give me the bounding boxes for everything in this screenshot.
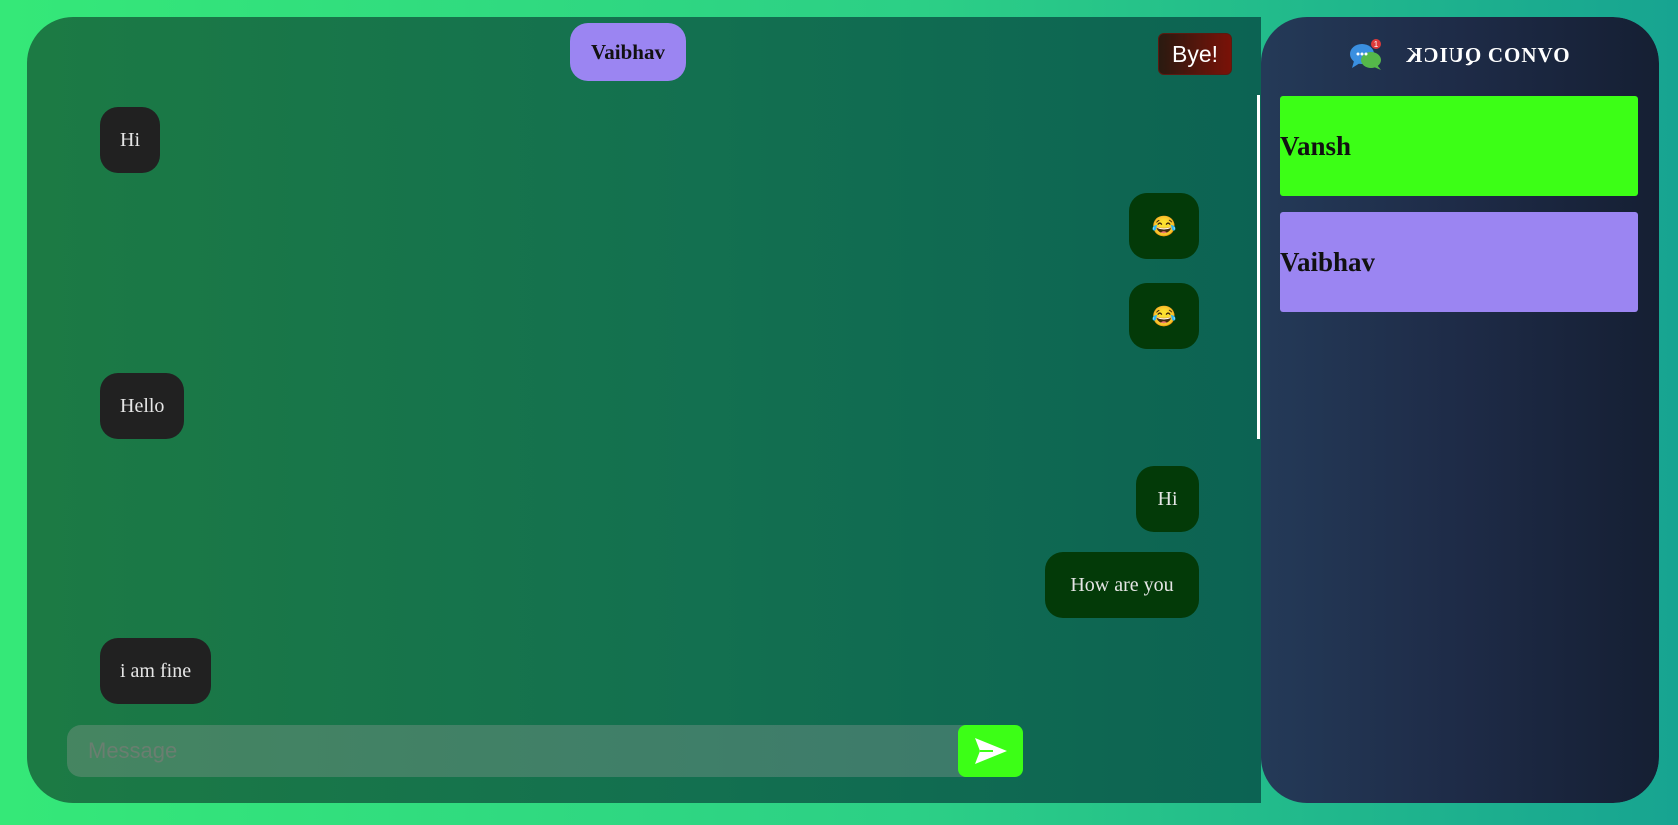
chat-bubbles-icon: 1 [1350, 39, 1382, 70]
contact-name: Vaibhav [1280, 246, 1376, 277]
message-incoming: i am fine [100, 638, 212, 704]
send-arrow-icon [974, 738, 1007, 764]
app-title: QUICK CONVO [1405, 43, 1570, 68]
message-input-bar [67, 725, 1023, 777]
contact-item-vaibhav[interactable]: Vaibhav [1280, 212, 1638, 312]
message-incoming: Hi [100, 107, 160, 173]
chat-panel: Vaibhav Bye! Hi 😂 😂 Hello Hi How are you… [27, 17, 1261, 803]
app-window: Vaibhav Bye! Hi 😂 😂 Hello Hi How are you… [27, 17, 1659, 803]
contact-item-vansh[interactable]: Vansh [1280, 96, 1638, 196]
contact-name: Vansh [1280, 130, 1352, 161]
app-title-mirrored: QUICK [1405, 42, 1482, 67]
brand-header: 1 QUICK CONVO [1261, 35, 1659, 75]
message-outgoing: Hi [1136, 466, 1199, 532]
chat-scrollbar[interactable] [1257, 95, 1260, 439]
message-outgoing: 😂 [1129, 283, 1199, 349]
app-title-rest: CONVO [1481, 42, 1571, 67]
notification-badge: 1 [1374, 40, 1379, 49]
message-incoming: Hello [100, 373, 185, 439]
active-contact-name: Vaibhav [570, 23, 686, 81]
message-outgoing: 😂 [1129, 193, 1199, 259]
send-button[interactable] [958, 725, 1023, 777]
message-input[interactable] [67, 725, 957, 777]
contacts-sidebar: 1 QUICK CONVO Vansh Vaibhav [1261, 17, 1659, 803]
bye-button[interactable]: Bye! [1158, 33, 1232, 75]
message-outgoing: How are you [1045, 552, 1199, 618]
